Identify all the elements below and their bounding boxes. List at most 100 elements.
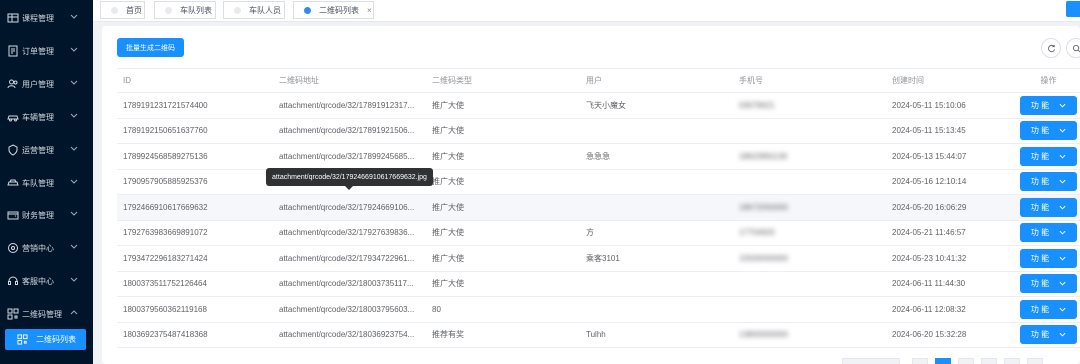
sidebar-item-wallet[interactable]: 财务管理 [0, 203, 93, 227]
sidebar-item-table[interactable]: 课程管理 [0, 6, 93, 30]
sidebar-item-label: 二维码管理 [22, 309, 62, 319]
chevron-icon [70, 14, 78, 19]
qrcode-icon [17, 334, 28, 345]
cell-user [586, 170, 726, 195]
cell-address[interactable]: attachment/qrcode/32/17927639836... [279, 221, 419, 246]
table-header: ID 二维码地址 二维码类型 用户 手机号 创建时间 操作 [117, 69, 1080, 93]
tab-fleet-list[interactable]: 车队列表 [154, 1, 216, 19]
cell-address[interactable]: attachment/qrcode/32/18036923754... [279, 323, 419, 348]
sidebar-item-label: 客服中心 [22, 276, 54, 286]
header-user: 用户 [586, 76, 602, 85]
top-right-button[interactable] [1066, 1, 1080, 17]
prev-page-button[interactable] [912, 358, 928, 364]
cell-type: 推广大使 [432, 177, 464, 187]
service-icon [8, 276, 18, 285]
page-button[interactable] [981, 358, 997, 364]
cell-type: 推广大使 [432, 279, 464, 289]
cell-user: 乘客3101 [586, 253, 620, 263]
page-button-active[interactable] [935, 358, 951, 364]
cell-address[interactable]: attachment/qrcode/32/18003735117... [279, 272, 419, 297]
table-row: 1789192150651637760 attachment/qrcode/32/… [117, 119, 1080, 144]
refresh-button[interactable] [1041, 38, 1061, 58]
page-button[interactable] [958, 358, 974, 364]
cell-op: 功 能 [1017, 272, 1080, 297]
cell-phone [739, 297, 879, 322]
cell-op: 功 能 [1017, 195, 1080, 220]
tab-dot [234, 6, 241, 14]
cell-type: 推广大使 [432, 100, 464, 110]
function-dropdown-button[interactable]: 功 能 [1020, 172, 1077, 192]
sidebar-item-label: 财务管理 [22, 210, 54, 220]
function-dropdown-button[interactable]: 功 能 [1020, 223, 1077, 243]
function-label: 功 能 [1030, 304, 1050, 314]
refresh-icon [1047, 44, 1055, 52]
sidebar-item-marketing[interactable]: 营销中心 [0, 236, 93, 260]
function-label: 功 能 [1030, 151, 1050, 161]
search-button[interactable] [1066, 38, 1080, 58]
cell-phone: 03079621 [739, 100, 775, 110]
tab-dot [165, 6, 172, 14]
sidebar-item-order[interactable]: 订单管理 [0, 39, 93, 63]
cell-type: 推广大使 [432, 151, 464, 161]
function-label: 功 能 [1030, 330, 1050, 340]
sidebar-item-qrcode[interactable]: 二维码管理 [0, 302, 93, 326]
sidebar-item-service[interactable]: 客服中心 [0, 269, 93, 293]
chevron-icon [70, 113, 78, 118]
table-row: 1793472296183271424 attachment/qrcode/32/… [117, 246, 1080, 272]
function-dropdown-button[interactable]: 功 能 [1020, 146, 1077, 166]
cell-user: Tulhh [586, 330, 606, 340]
cell-created: 2024-06-11 11:44:30 [892, 279, 966, 289]
cell-address[interactable]: attachment/qrcode/32/17924669106... [279, 195, 419, 220]
qrcode-table: ID 二维码地址 二维码类型 用户 手机号 创建时间 操作 1789191231… [117, 68, 1080, 348]
sidebar-item-qrcode-list[interactable]: 二维码列表 [5, 329, 86, 350]
function-dropdown-button[interactable]: 功 能 [1020, 299, 1077, 319]
chevron-down-icon [1059, 333, 1066, 337]
sidebar-item-label: 车队管理 [22, 178, 54, 188]
wallet-icon [7, 211, 19, 220]
cell-type: 推广大使 [432, 126, 464, 136]
header-type: 二维码类型 [432, 76, 472, 85]
page-size-select[interactable] [842, 358, 900, 364]
cell-phone [739, 170, 879, 195]
function-dropdown-button[interactable]: 功 能 [1020, 248, 1077, 268]
cell-phone: 17754920 [739, 228, 775, 238]
cell-address[interactable]: attachment/qrcode/32/17934722961... [279, 246, 419, 271]
function-dropdown-button[interactable]: 功 能 [1020, 274, 1077, 294]
function-dropdown-button[interactable]: 功 能 [1020, 325, 1077, 345]
tabs-bar: 首页 车队列表 车队人员 二维码列表 × [93, 0, 1080, 22]
sidebar-item-shield[interactable]: 运营管理 [0, 138, 93, 162]
tab-home[interactable]: 首页 [100, 1, 145, 19]
function-label: 功 能 [1030, 100, 1050, 110]
chevron-down-icon [1059, 103, 1066, 108]
cell-created: 2024-05-21 11:46:57 [892, 228, 966, 238]
header-op: 操作 [1040, 76, 1057, 85]
chevron-down-icon [1059, 205, 1066, 210]
chevron-icon [70, 244, 78, 249]
chevron-icon [70, 277, 78, 282]
cell-address[interactable]: attachment/qrcode/32/17891912317... [279, 93, 419, 118]
chevron-icon [70, 211, 78, 216]
chevron-icon [70, 47, 78, 52]
cell-id: 1800379560362119168 [123, 304, 207, 314]
function-dropdown-button[interactable]: 功 能 [1020, 197, 1077, 217]
close-icon[interactable]: × [367, 6, 372, 15]
tab-qrcode-list[interactable]: 二维码列表 × [293, 1, 374, 19]
sidebar-item-label: 用户管理 [22, 79, 54, 89]
tab-fleet-members[interactable]: 车队人员 [223, 1, 285, 19]
cell-address[interactable]: attachment/qrcode/32/17899245685... [279, 144, 419, 169]
sidebar-item-car[interactable]: 车辆管理 [0, 105, 93, 129]
sidebar-item-users[interactable]: 用户管理 [0, 72, 93, 96]
order-icon [8, 45, 18, 57]
sidebar-item-fleet[interactable]: 车队管理 [0, 171, 93, 195]
function-dropdown-button[interactable]: 功 能 [1020, 121, 1077, 141]
cell-id: 1789192150651637760 [123, 126, 208, 136]
cell-address[interactable]: attachment/qrcode/32/17891921506... [279, 119, 419, 144]
batch-generate-button[interactable]: 批量生成二维码 [117, 38, 184, 57]
function-dropdown-button[interactable]: 功 能 [1020, 95, 1077, 115]
next-page-button[interactable] [1027, 358, 1043, 364]
chevron-down-icon [1059, 282, 1066, 286]
cell-phone: 18623991130 [739, 151, 788, 161]
function-label: 功 能 [1030, 202, 1050, 212]
page-button[interactable] [1004, 358, 1020, 364]
cell-address[interactable]: attachment/qrcode/32/18003795603... [279, 297, 419, 322]
